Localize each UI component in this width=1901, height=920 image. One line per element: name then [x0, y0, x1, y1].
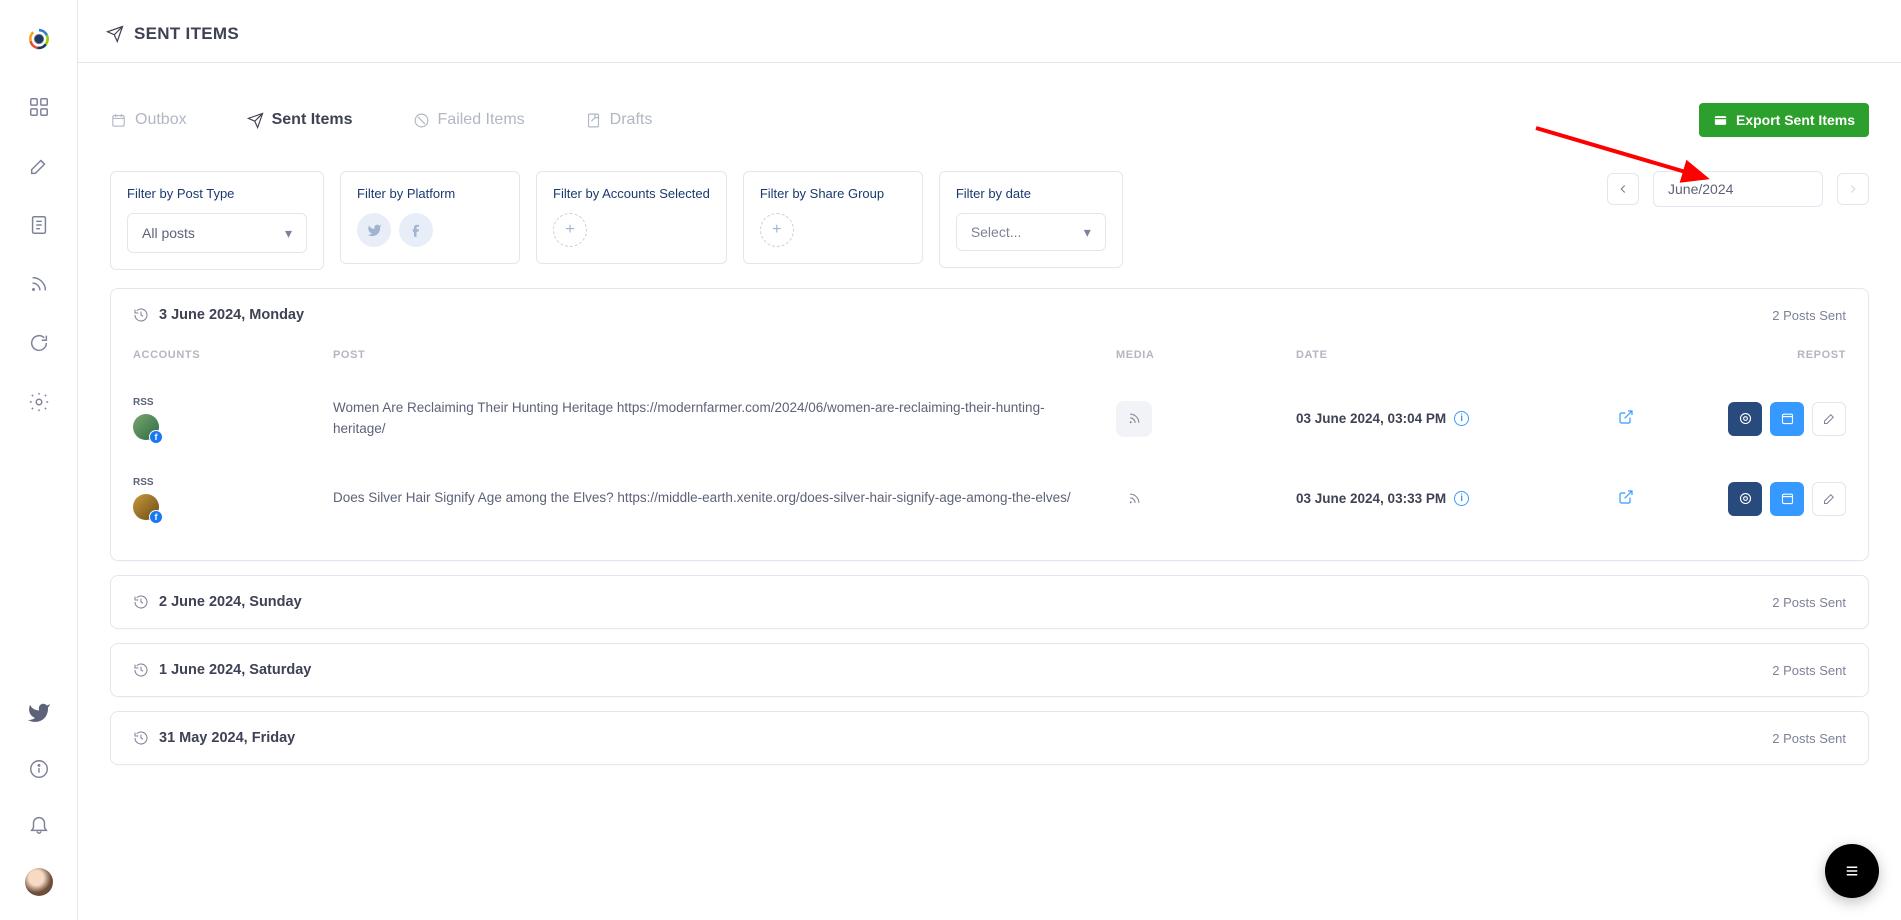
- account-avatar[interactable]: f: [133, 414, 159, 440]
- facebook-badge-icon: f: [149, 430, 163, 444]
- date-group: 3 June 2024, Monday 2 Posts Sent ACCOUNT…: [110, 288, 1869, 561]
- history-icon: [133, 307, 149, 323]
- source-badge: RSS: [133, 397, 323, 408]
- account-cell: RSS f: [133, 397, 323, 440]
- export-button[interactable]: Export Sent Items: [1699, 103, 1869, 137]
- app-logo: [18, 18, 60, 60]
- info-icon[interactable]: i: [1454, 491, 1469, 506]
- user-avatar[interactable]: [25, 868, 53, 896]
- col-media: MEDIA: [1116, 349, 1286, 361]
- col-repost: REPOST: [1696, 349, 1846, 361]
- rss-icon[interactable]: [28, 273, 50, 298]
- post-type-select[interactable]: All posts ▾: [127, 213, 307, 253]
- history-icon: [133, 594, 149, 610]
- gear-icon[interactable]: [28, 391, 50, 416]
- group-count: 2 Posts Sent: [1772, 731, 1846, 746]
- info-icon[interactable]: i: [1454, 411, 1469, 426]
- date-group: 2 June 2024, Sunday 2 Posts Sent: [110, 575, 1869, 629]
- edit-button[interactable]: [1812, 402, 1846, 436]
- date-group: 31 May 2024, Friday 2 Posts Sent: [110, 711, 1869, 765]
- refresh-icon[interactable]: [28, 332, 50, 357]
- tab-sent[interactable]: Sent Items: [247, 111, 353, 129]
- compose-icon[interactable]: [28, 155, 50, 180]
- bell-icon[interactable]: [28, 813, 50, 838]
- filter-platform: Filter by Platform: [340, 171, 520, 264]
- date-cell: 03 June 2024, 03:33 PM i: [1296, 491, 1556, 506]
- chevron-right-icon: [1846, 182, 1860, 196]
- group-count: 2 Posts Sent: [1772, 663, 1846, 678]
- rss-icon: [1127, 411, 1142, 426]
- page-title: SENT ITEMS: [134, 24, 239, 44]
- table-row: RSS f Does Silver Hair Signify Age among…: [133, 458, 1846, 538]
- col-date: DATE: [1296, 349, 1556, 361]
- analytics-button[interactable]: [1728, 402, 1762, 436]
- filters-row: Filter by Post Type All posts ▾ Filter b…: [110, 171, 1869, 270]
- dashboard-icon[interactable]: [28, 96, 50, 121]
- document-icon[interactable]: [28, 214, 50, 239]
- open-link-button[interactable]: [1618, 489, 1634, 508]
- fab-menu[interactable]: [1825, 844, 1879, 898]
- group-count: 2 Posts Sent: [1772, 308, 1846, 323]
- month-display[interactable]: June/2024: [1653, 171, 1823, 207]
- add-share-group-button[interactable]: +: [760, 213, 794, 247]
- filter-accounts: Filter by Accounts Selected +: [536, 171, 727, 264]
- account-avatar[interactable]: f: [133, 494, 159, 520]
- sidebar: [0, 0, 78, 920]
- account-cell: RSS f: [133, 477, 323, 520]
- tab-outbox[interactable]: Outbox: [110, 111, 187, 129]
- prev-month-button[interactable]: [1607, 173, 1639, 205]
- table-row: RSS f Women Are Reclaiming Their Hunting…: [133, 379, 1846, 458]
- media-thumb[interactable]: [1116, 401, 1152, 437]
- filter-post-type: Filter by Post Type All posts ▾: [110, 171, 324, 270]
- post-text: Women Are Reclaiming Their Hunting Herit…: [333, 398, 1106, 440]
- rss-icon: [1127, 491, 1142, 506]
- col-accounts: ACCOUNTS: [133, 349, 323, 361]
- platform-facebook[interactable]: [399, 213, 433, 247]
- col-post: POST: [333, 349, 1106, 361]
- next-month-button[interactable]: [1837, 173, 1869, 205]
- media-thumb[interactable]: [1116, 481, 1152, 517]
- group-header[interactable]: 3 June 2024, Monday 2 Posts Sent: [111, 289, 1868, 341]
- csv-icon: [1713, 113, 1728, 128]
- menu-icon: [1843, 862, 1861, 880]
- tab-drafts[interactable]: Drafts: [585, 111, 653, 129]
- chevron-down-icon: ▾: [285, 225, 292, 242]
- group-header[interactable]: 1 June 2024, Saturday 2 Posts Sent: [111, 644, 1868, 696]
- analytics-button[interactable]: [1728, 482, 1762, 516]
- history-icon: [133, 662, 149, 678]
- chevron-left-icon: [1616, 182, 1630, 196]
- page-header: SENT ITEMS: [78, 0, 1901, 63]
- open-link-button[interactable]: [1618, 409, 1634, 428]
- edit-button[interactable]: [1812, 482, 1846, 516]
- filter-share-group: Filter by Share Group +: [743, 171, 923, 264]
- twitter-icon[interactable]: [27, 701, 51, 728]
- date-select[interactable]: Select... ▾: [956, 213, 1106, 251]
- group-count: 2 Posts Sent: [1772, 595, 1846, 610]
- reschedule-button[interactable]: [1770, 402, 1804, 436]
- info-icon[interactable]: [28, 758, 50, 783]
- date-group: 1 June 2024, Saturday 2 Posts Sent: [110, 643, 1869, 697]
- col-link: [1566, 349, 1686, 361]
- group-header[interactable]: 2 June 2024, Sunday 2 Posts Sent: [111, 576, 1868, 628]
- send-icon: [106, 25, 124, 43]
- facebook-badge-icon: f: [149, 510, 163, 524]
- filter-date: Filter by date Select... ▾: [939, 171, 1123, 268]
- history-icon: [133, 730, 149, 746]
- group-header[interactable]: 31 May 2024, Friday 2 Posts Sent: [111, 712, 1868, 764]
- tabs: Outbox Sent Items Failed Items Drafts: [110, 111, 652, 129]
- tab-failed[interactable]: Failed Items: [413, 111, 525, 129]
- chevron-down-icon: ▾: [1084, 224, 1091, 241]
- post-text: Does Silver Hair Signify Age among the E…: [333, 488, 1106, 509]
- source-badge: RSS: [133, 477, 323, 488]
- add-account-button[interactable]: +: [553, 213, 587, 247]
- date-cell: 03 June 2024, 03:04 PM i: [1296, 411, 1556, 426]
- platform-twitter[interactable]: [357, 213, 391, 247]
- reschedule-button[interactable]: [1770, 482, 1804, 516]
